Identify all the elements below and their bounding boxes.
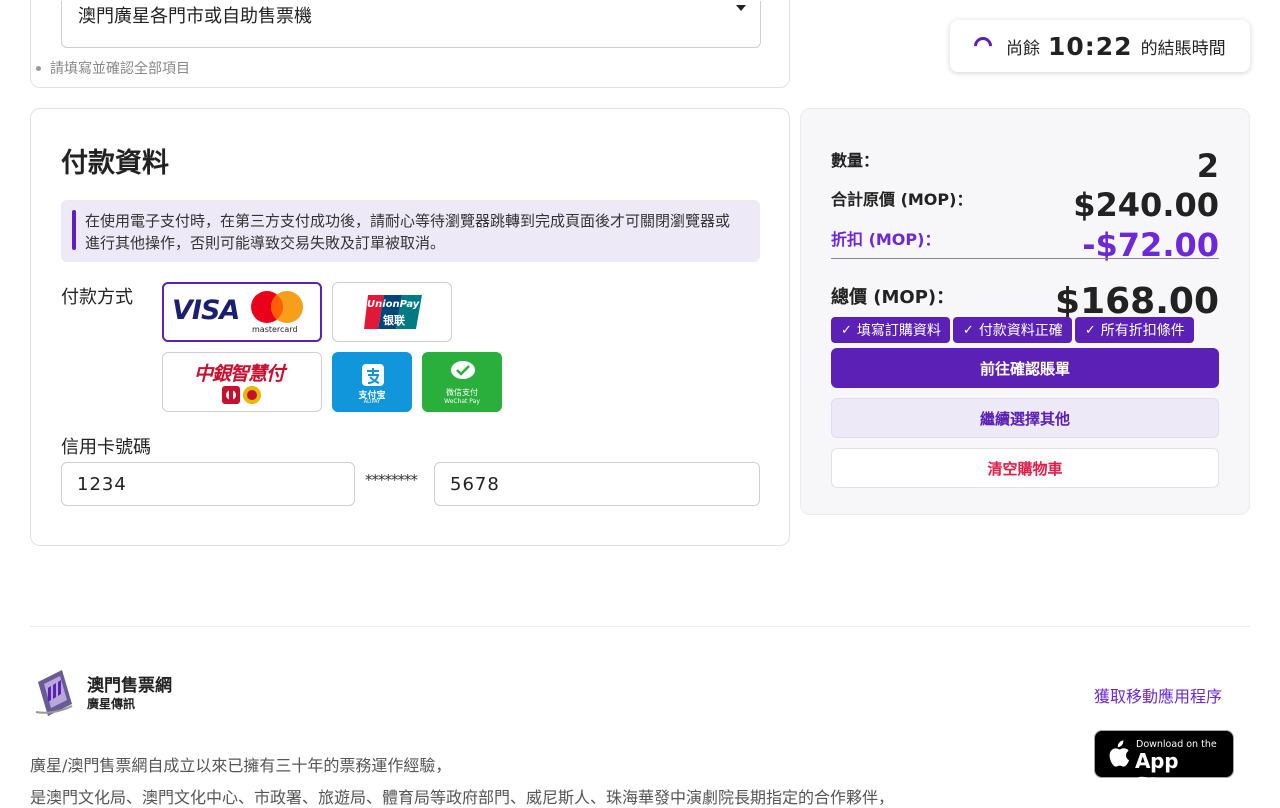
checklist-item: ✓ 所有折扣條件 xyxy=(1074,317,1194,343)
discount-label: 折扣 (MOP)： xyxy=(831,230,941,249)
payment-method-label: 付款方式 xyxy=(61,287,133,308)
about-text-line-2: 是澳門文化局、澳門文化中心、市政署、旅遊局、體育局等政府部門、威尼斯人、珠海華發… xyxy=(30,788,895,807)
quantity-label: 數量： xyxy=(831,151,880,170)
timer-suffix: 的結賬時間 xyxy=(1140,38,1226,59)
payment-method-wechat-pay[interactable]: 微信支付 WeChat Pay xyxy=(422,352,502,412)
payment-method-alipay[interactable]: 支付宝 ALIPAY xyxy=(332,352,412,412)
unionpay-sub: 银联 xyxy=(383,314,405,327)
check-icon: ✓ xyxy=(1084,322,1096,338)
get-mobile-app-link[interactable]: 獲取移動應用程序 xyxy=(1094,683,1222,707)
checklist-item-label: 填寫訂購資料 xyxy=(856,323,941,339)
total-value: $168.00 xyxy=(1055,281,1219,322)
alipay-icon xyxy=(362,364,384,386)
check-icon: ✓ xyxy=(841,322,852,338)
card-number-mask: ******** xyxy=(365,471,418,489)
confirm-bill-button[interactable]: 前往確認賬單 xyxy=(831,348,1219,388)
timer-prefix: 尚餘 xyxy=(1006,38,1040,59)
payment-method-unionpay[interactable]: UnionPay 银联 xyxy=(332,282,452,342)
form-hint-text: 請填寫並確認全部項目 xyxy=(50,61,190,77)
footer-brand: 澳門售票網 xyxy=(87,676,172,696)
order-summary-card: 數量： 2 合計原價 (MOP)： $240.00 折扣 (MOP)： -$72… xyxy=(800,108,1250,515)
timer-value: 10:22 xyxy=(1048,31,1133,61)
total-label: 總價 (MOP)： xyxy=(831,286,955,308)
card-number-label: 信用卡號碼 xyxy=(61,437,151,458)
clear-cart-button[interactable]: 清空購物車 xyxy=(831,448,1219,488)
card-number-first-field[interactable]: 1234 xyxy=(61,462,355,506)
about-text-line-1: 廣星/澳門售票網自成立以來已擁有三十年的票務運作經驗， xyxy=(30,756,452,775)
checkout-timer: 尚餘 10:22 的結賬時間 xyxy=(950,20,1250,72)
continue-shopping-button[interactable]: 繼續選擇其他 xyxy=(831,398,1219,438)
mastercard-label: mastercard xyxy=(252,325,298,334)
macau-ticket-logo-icon[interactable] xyxy=(34,668,78,716)
payment-title: 付款資料 xyxy=(61,148,169,179)
checklist-item-label: 付款資料正確 xyxy=(978,323,1063,339)
boc-smart-pay-text: 中銀智慧付 xyxy=(194,363,285,385)
wechat-pay-sub: WeChat Pay xyxy=(444,398,480,405)
payment-method-visa-mastercard[interactable]: VISA mastercard xyxy=(162,282,322,342)
unionpay-text: UnionPay xyxy=(367,299,420,310)
wechat-pay-icon xyxy=(451,361,475,379)
card-number-last-field[interactable]: 5678 xyxy=(434,462,760,506)
boc-icon xyxy=(222,386,261,404)
app-store-big-text: App Store xyxy=(1135,749,1195,797)
app-store-badge[interactable]: Download on the App Store xyxy=(1094,730,1234,797)
bullet-icon xyxy=(36,65,41,71)
check-icon: ✓ xyxy=(962,322,974,338)
form-hint: 請填寫並確認全部項目 xyxy=(36,58,190,78)
payment-card: 付款資料 在使用電子支付時，在第三方支付成功後，請耐心等待瀏覽器跳轉到完成頁面後… xyxy=(30,108,790,546)
pickup-location-value: 澳門廣星各門市或自助售票機 xyxy=(78,6,312,27)
visa-logo: VISA xyxy=(172,295,240,326)
footer-brand-sub: 廣星傳訊 xyxy=(87,697,136,711)
payment-method-boc-smart-pay[interactable]: 中銀智慧付 xyxy=(162,352,322,412)
total-row: 總價 (MOP)： $168.00 xyxy=(831,269,1219,322)
subtotal-label: 合計原價 (MOP)： xyxy=(831,190,973,209)
pickup-location-select[interactable]: 澳門廣星各門市或自助售票機 xyxy=(61,1,761,48)
footer-divider xyxy=(30,626,1250,627)
checklist-item-label: 所有折扣條件 xyxy=(1100,323,1185,339)
summary-divider xyxy=(831,258,1219,259)
payment-notice: 在使用電子支付時，在第三方支付成功後，請耐心等待瀏覽器跳轉到完成頁面後才可關閉瀏… xyxy=(61,200,760,262)
alipay-sub: ALIPAY xyxy=(363,399,381,405)
wechat-pay-text: 微信支付 xyxy=(446,388,478,397)
discount-row: 折扣 (MOP)： -$72.00 xyxy=(831,212,1219,264)
chevron-down-icon xyxy=(736,5,746,11)
checklist-item: ✓ 付款資料正確 xyxy=(952,317,1072,343)
checklist-item: ✓ 填寫訂購資料 xyxy=(831,317,950,343)
spinner-icon xyxy=(970,33,996,59)
apple-icon xyxy=(1109,740,1130,767)
checklist: ✓ 填寫訂購資料 ✓ 付款資料正確 ✓ 所有折扣條件 xyxy=(831,317,1194,343)
mastercard-icon xyxy=(251,291,303,323)
